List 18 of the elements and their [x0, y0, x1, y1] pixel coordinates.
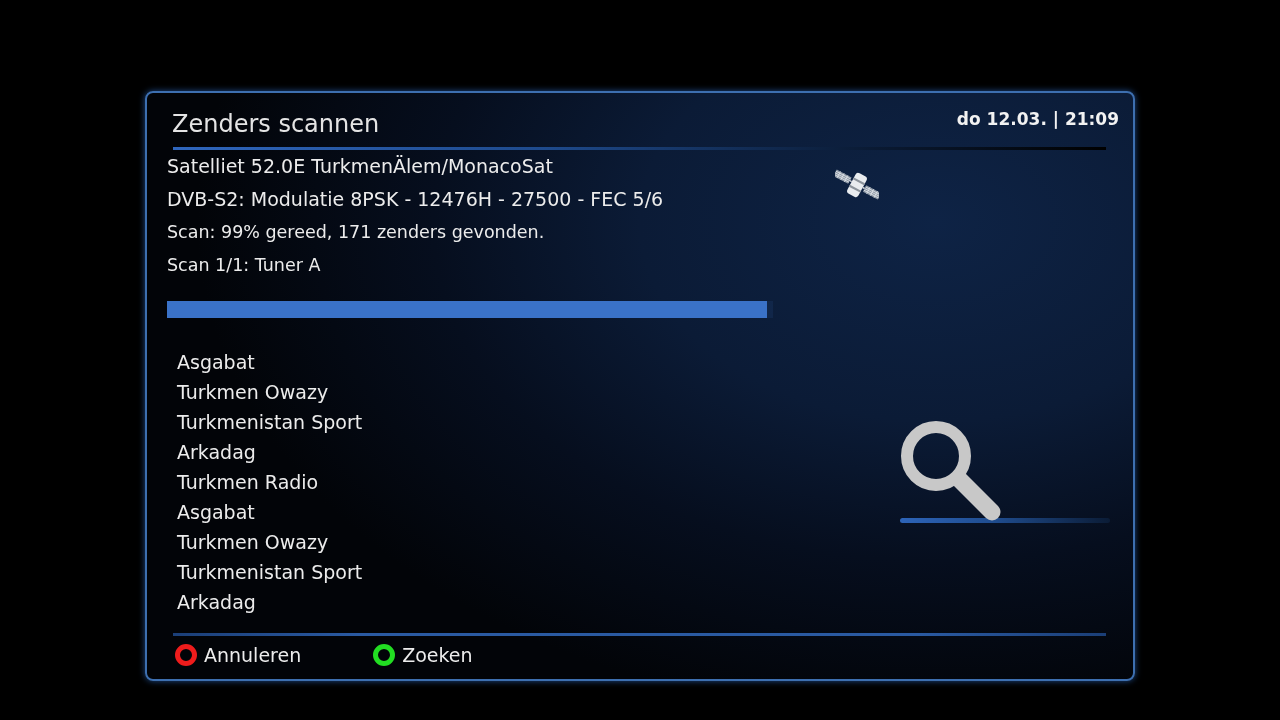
color-key-button[interactable]: Annuleren [175, 640, 302, 670]
satellite-icon [835, 168, 879, 201]
info-text: DVB-S2: Modulatie 8PSK - 12476H - 27500 - FEC 5/6 [167, 187, 664, 212]
channel-name: Arkadag [177, 440, 257, 465]
info-text: Satelliet 52.0E TurkmenÄlem/MonacoSat [167, 154, 553, 179]
channel-name: Turkmenistan Sport [177, 560, 363, 585]
channel-name: Arkadag [177, 590, 257, 615]
channel-name: Turkmenistan Sport [177, 410, 363, 435]
date-time: do 12.03. | 21:09 [956, 108, 1119, 130]
channel-name: Turkmen Radio [177, 470, 320, 495]
color-key-button[interactable]: Zoeken [373, 640, 473, 670]
channel-name: Turkmen Owazy [177, 380, 330, 405]
info-text: Scan: 99% gereed, 171 zenders gevonden. [167, 221, 545, 244]
channel-name: Turkmen Owazy [177, 530, 330, 555]
channel-name: Asgabat [177, 500, 256, 525]
info-text: Scan 1/1: Tuner A [167, 254, 321, 277]
dialog-title: Zenders scannen [172, 109, 380, 139]
channel-name: Asgabat [177, 350, 256, 375]
